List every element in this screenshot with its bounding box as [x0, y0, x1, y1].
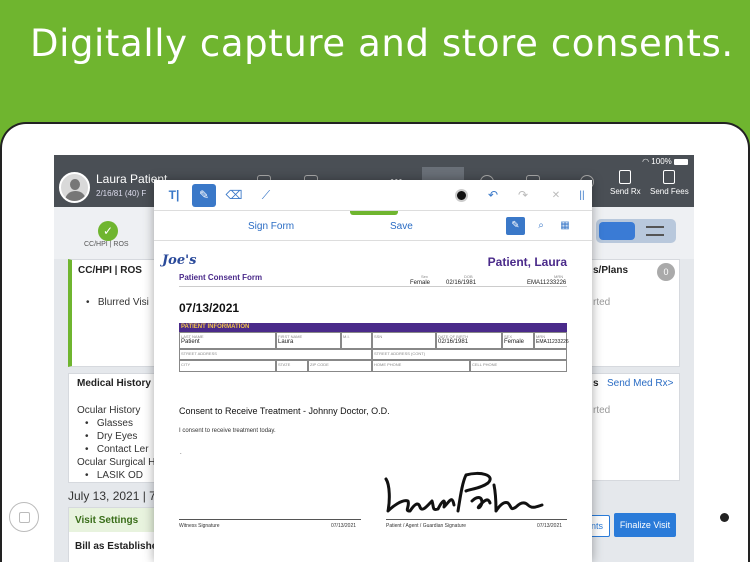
dob-cell: DATE OF BIRTH 02/16/1981: [436, 332, 502, 349]
witness-signature-date: 07/13/2021: [331, 523, 357, 529]
promo-banner: Digitally capture and store consents.: [0, 0, 750, 140]
redo-icon[interactable]: ↷: [511, 184, 535, 207]
patient-info-header: PATIENT INFORMATION: [179, 323, 567, 332]
cell-phone-cell: CELL PHONE: [470, 360, 567, 372]
ocular-surgical-label: Ocular Surgical H: [77, 457, 156, 468]
zip-cell: ZIP CODE: [308, 360, 372, 372]
sign-form-button[interactable]: Sign Form: [248, 221, 294, 232]
plans-count-badge: 0: [657, 263, 675, 281]
visit-settings-title: Visit Settings: [75, 515, 139, 526]
toolbar-divider-icon[interactable]: ||: [570, 184, 594, 207]
patient-dob-age: 2/16/81 (40) F: [96, 189, 147, 198]
home-phone-cell: HOME PHONE: [372, 360, 470, 372]
sex-label: Sex: [421, 274, 428, 279]
consent-form-document[interactable]: Joe's Patient Consent Form Patient, Laur…: [154, 241, 592, 562]
mi-cell: M.I.: [341, 332, 372, 349]
med-rx-title: s: [593, 378, 599, 389]
first-name-cell: FIRST NAME Laura: [276, 332, 341, 349]
color-picker[interactable]: [455, 189, 468, 202]
camera-dot: [720, 513, 729, 522]
line-tool-icon[interactable]: ⟋: [254, 184, 278, 207]
text-tool-icon[interactable]: T|: [162, 184, 186, 207]
practice-logo: Joe's: [162, 253, 197, 268]
banner-title: Digitally capture and store consents.: [30, 22, 734, 65]
send-fees-button[interactable]: Send Fees: [650, 170, 689, 196]
clear-icon[interactable]: ✕: [544, 184, 568, 207]
form-actions: Sign Form Save ✎ ⌕ ▦: [154, 211, 592, 241]
patient-signature[interactable]: [384, 471, 544, 519]
mrn-cell: MRN EMA11233226: [534, 332, 569, 349]
med-rx-card[interactable]: s Send Med Rx> rted: [586, 373, 680, 481]
eraser-tool-icon[interactable]: ⌫: [222, 184, 246, 207]
med-rx-status: rted: [593, 405, 611, 416]
home-button[interactable]: [9, 502, 39, 532]
patient-signature-date: 07/13/2021: [537, 523, 563, 529]
cc-hpi-title: CC/HPI | ROS: [78, 265, 142, 276]
thumbnails-icon[interactable]: ▦: [558, 219, 572, 233]
medical-history-title: Medical History: [77, 378, 151, 389]
form-patient-name: Patient, Laura: [487, 255, 567, 269]
consent-body: I consent to receive treatment today.: [179, 428, 276, 434]
rx-icon: [619, 170, 632, 184]
ssn-cell: SSN: [372, 332, 436, 349]
send-med-rx-link[interactable]: Send Med Rx>: [607, 378, 673, 389]
city-cell: CITY: [179, 360, 276, 372]
ocular-history-label: Ocular History: [77, 405, 141, 416]
form-title: Patient Consent Form: [179, 273, 263, 282]
fees-icon: [663, 170, 676, 184]
consent-title: Consent to Receive Treatment - Johnny Do…: [179, 406, 390, 416]
history-item: • LASIK OD: [85, 470, 143, 481]
finalize-visit-button[interactable]: Finalize Visit: [614, 513, 676, 537]
history-item: • Glasses: [85, 418, 133, 429]
bill-as-label: Bill as Establishe: [75, 541, 158, 552]
send-rx-button[interactable]: Send Rx: [610, 170, 641, 196]
undo-icon[interactable]: ↶: [481, 184, 505, 207]
patient-avatar[interactable]: [59, 172, 90, 203]
witness-signature-line[interactable]: [179, 519, 361, 520]
pen-tool-icon[interactable]: ✎: [192, 184, 216, 207]
patient-signature-label: Patient / Agent / Guardian Signature: [386, 523, 467, 529]
plans-status: rted: [593, 297, 611, 308]
form-date: 07/13/2021: [179, 301, 240, 315]
check-icon[interactable]: ✓: [98, 221, 118, 241]
status-bar: ◠ 100%: [642, 157, 688, 166]
witness-signature-label: Witness Signature: [179, 523, 220, 529]
last-name-cell: LAST NAME Patient: [179, 332, 276, 349]
history-item: • Contact Ler: [85, 444, 149, 455]
drag-handle[interactable]: [350, 211, 398, 215]
list-view-icon[interactable]: [646, 226, 664, 236]
visit-date: July 13, 2021 | 7: [68, 489, 156, 503]
app-screen: ◠ 100% Laura Patient 2/16/81 (40) F ••• …: [54, 155, 694, 562]
street-cell: STREET ADDRESS: [179, 349, 372, 360]
wifi-icon: ◠: [642, 157, 650, 166]
battery-icon: [674, 158, 688, 165]
ink-dot: .: [180, 450, 182, 456]
save-button[interactable]: Save: [390, 221, 413, 232]
mrn-label: MRN: [554, 274, 564, 279]
dob-label: DOB: [464, 274, 473, 279]
state-cell: STATE: [276, 360, 308, 372]
step-label[interactable]: CC/HPI | ROS: [84, 241, 129, 248]
patient-signature-line[interactable]: [386, 519, 567, 520]
sign-form-modal: T| ✎ ⌫ ⟋ ↶ ↷ ✕ || Sign Form Save ✎ ⌕ ▦ J…: [154, 180, 592, 562]
cc-item: • Blurred Visi: [86, 297, 149, 308]
sex-cell: SEX Female: [502, 332, 534, 349]
search-icon[interactable]: ⌕: [534, 219, 548, 233]
header-divider: [179, 286, 567, 287]
history-item: • Dry Eyes: [85, 431, 138, 442]
plans-title: s/Plans: [593, 265, 629, 276]
drawing-toolbar: T| ✎ ⌫ ⟋ ↶ ↷ ✕ ||: [154, 180, 592, 211]
view-toggle[interactable]: [596, 219, 676, 243]
plans-card[interactable]: s/Plans 0 rted: [586, 259, 680, 367]
street2-cell: STREET ADDRESS (CONT): [372, 349, 567, 360]
grid-view-icon[interactable]: [599, 222, 635, 240]
annotate-icon[interactable]: ✎: [506, 217, 525, 235]
